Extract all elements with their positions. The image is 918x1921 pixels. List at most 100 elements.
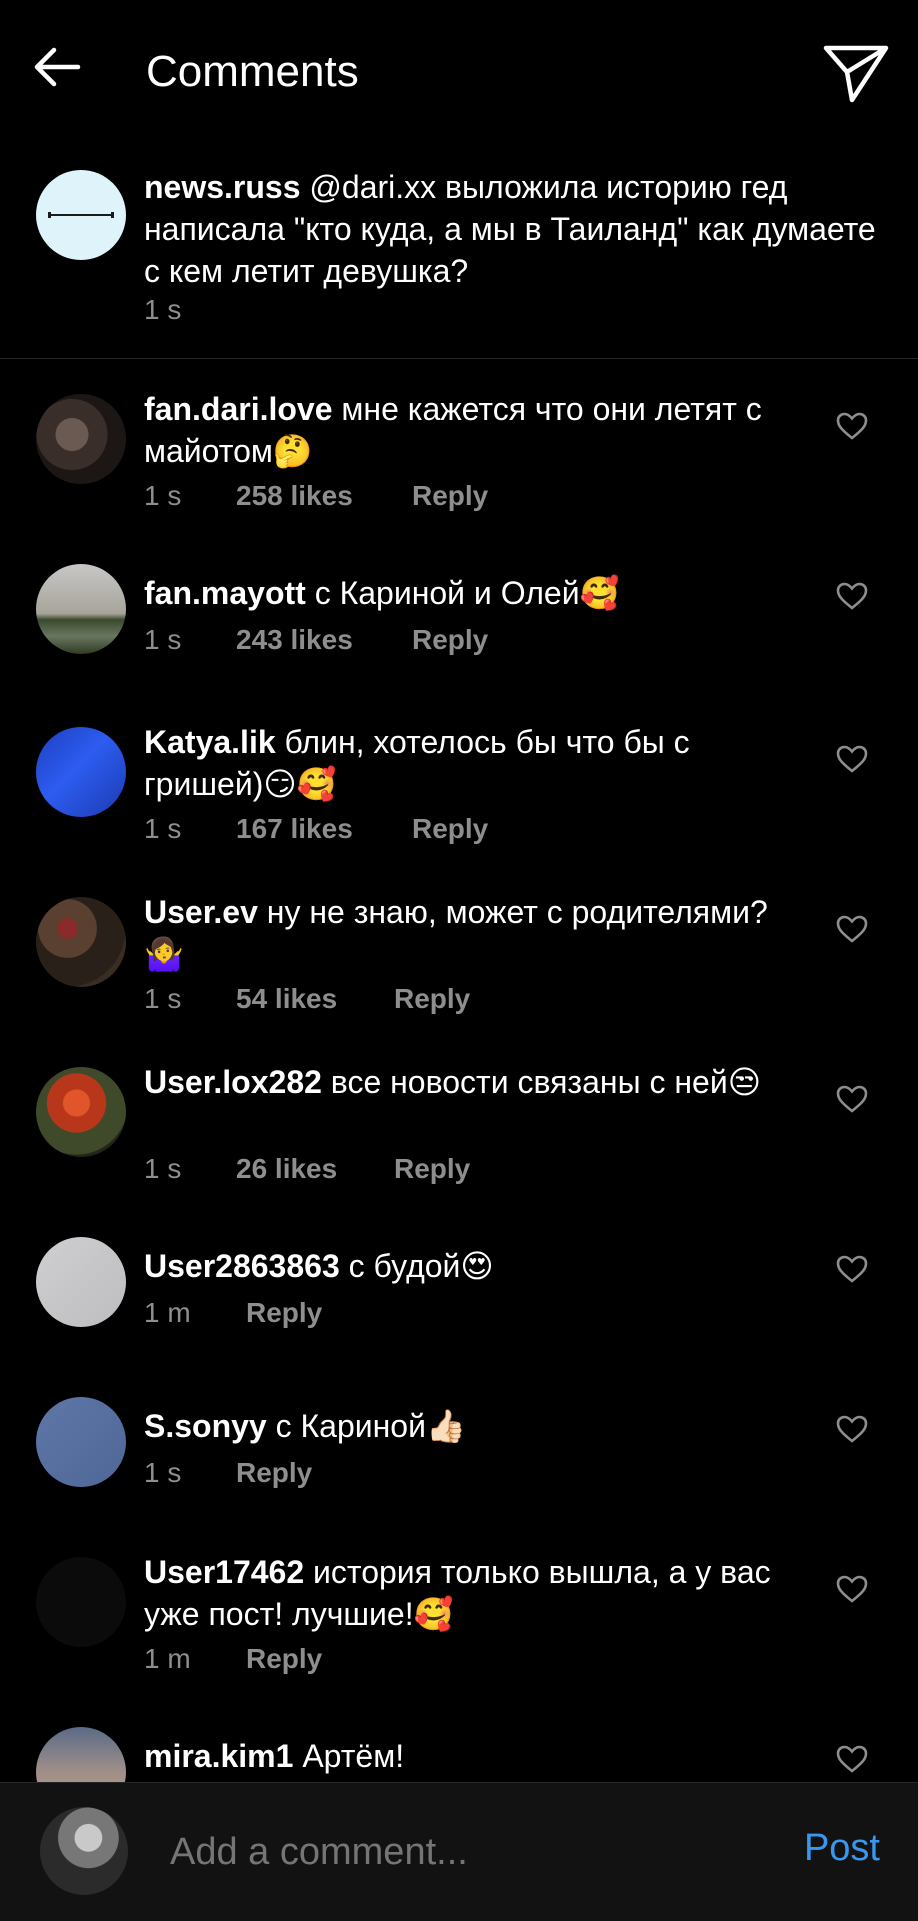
likes-count[interactable]: 26 likes: [236, 1153, 394, 1185]
comment-time: 1 s: [144, 983, 182, 1014]
post-caption: news.russ @dari.xx выложила историю гед …: [0, 160, 918, 359]
comment-meta: 1 s Reply: [144, 1457, 312, 1489]
comment-item: S.sonyy с Кариной👍🏻 1 s Reply: [0, 1397, 918, 1517]
commenter-avatar[interactable]: [36, 1067, 126, 1157]
heart-icon[interactable]: [836, 412, 868, 440]
likes-count[interactable]: 243 likes: [236, 624, 412, 656]
commenter-avatar[interactable]: [36, 897, 126, 987]
likes-count[interactable]: 258 likes: [236, 480, 412, 512]
comment-text: User2863863 с будой😍: [144, 1245, 804, 1287]
commenter-avatar[interactable]: [36, 564, 126, 654]
heart-icon[interactable]: [836, 1745, 868, 1773]
comment-username[interactable]: User2863863: [144, 1248, 340, 1284]
comment-meta: 1 s 258 likes Reply: [144, 480, 488, 512]
comment-item: User.ev ну не знаю, может с родителями? 🤷…: [0, 894, 918, 1047]
comment-text: mira.kim1 Артём!: [144, 1735, 804, 1777]
comment-item: mira.kim1 Артём!: [0, 1727, 918, 1782]
reply-button[interactable]: Reply: [246, 1643, 322, 1675]
comment-body: с будой: [348, 1248, 461, 1284]
comment-item: fan.dari.love мне кажется что они летят …: [0, 391, 918, 544]
reply-button[interactable]: Reply: [412, 480, 488, 512]
comment-time: 1 s: [144, 1153, 182, 1184]
comment-time: 1 s: [144, 624, 182, 655]
reply-button[interactable]: Reply: [236, 1457, 312, 1489]
comment-username[interactable]: User17462: [144, 1554, 304, 1590]
commenter-avatar[interactable]: [36, 1727, 126, 1782]
commenter-avatar[interactable]: [36, 1397, 126, 1487]
comment-item: Katya.lik блин, хотелось бы что бы с гри…: [0, 724, 918, 877]
current-user-avatar: [40, 1807, 128, 1895]
comment-time: 1 s: [144, 813, 182, 844]
heart-icon[interactable]: [836, 915, 868, 943]
comment-body: с Кариной и Олей: [314, 575, 580, 611]
top-bar: Comments: [0, 0, 918, 145]
commenter-avatar[interactable]: [36, 1237, 126, 1327]
comment-username[interactable]: fan.dari.love: [144, 391, 333, 427]
comment-text: User17462 история только вышла, а у вас …: [144, 1551, 804, 1635]
commenter-avatar[interactable]: [36, 1557, 126, 1647]
heart-icon[interactable]: [836, 582, 868, 610]
comment-item: User.lox282 все новости связаны с ней😒 1…: [0, 1064, 918, 1217]
comment-username[interactable]: User.lox282: [144, 1064, 322, 1100]
comment-text: S.sonyy с Кариной👍🏻: [144, 1405, 804, 1447]
reply-button[interactable]: Reply: [412, 813, 488, 845]
comment-time: 1 m: [144, 1297, 191, 1328]
add-comment-input[interactable]: [170, 1827, 730, 1877]
comment-username[interactable]: User.ev: [144, 894, 258, 930]
heart-icon[interactable]: [836, 1575, 868, 1603]
comment-time: 1 m: [144, 1643, 191, 1674]
comment-emoji: 🤔: [272, 433, 313, 469]
comment-meta: 1 s 167 likes Reply: [144, 813, 488, 845]
reply-button[interactable]: Reply: [394, 983, 470, 1015]
caption-time: 1 s: [144, 294, 182, 325]
comment-time: 1 s: [144, 480, 182, 511]
comment-text: Katya.lik блин, хотелось бы что бы с гри…: [144, 721, 804, 805]
heart-icon[interactable]: [836, 745, 868, 773]
comment-text: User.ev ну не знаю, может с родителями? 🤷…: [144, 891, 804, 975]
caption-text: news.russ @dari.xx выложила историю гед …: [144, 166, 884, 292]
comment-meta: 1 m Reply: [144, 1297, 322, 1329]
comment-item: fan.mayott с Кариной и Олей🥰 1 s 243 like…: [0, 564, 918, 684]
send-direct-icon[interactable]: [822, 42, 890, 104]
back-arrow-icon[interactable]: [30, 40, 84, 94]
comment-meta: 1 m Reply: [144, 1643, 322, 1675]
page-title: Comments: [146, 47, 359, 96]
comment-meta: 1 s 26 likes Reply: [144, 1153, 470, 1185]
comment-username[interactable]: mira.kim1: [144, 1738, 293, 1774]
comment-emoji: 👍🏻: [425, 1408, 466, 1444]
caption-author-avatar[interactable]: [36, 170, 126, 260]
comment-composer: Post: [0, 1782, 918, 1921]
comment-emoji: 😍: [460, 1248, 494, 1284]
comment-emoji: 🥰: [413, 1596, 454, 1632]
caption-username[interactable]: news.russ: [144, 169, 301, 205]
comment-text: fan.dari.love мне кажется что они летят …: [144, 388, 804, 472]
comment-emoji: 🤷‍♀️: [144, 936, 184, 972]
heart-icon[interactable]: [836, 1415, 868, 1443]
comment-meta: 1 s 54 likes Reply: [144, 983, 470, 1015]
comment-text: fan.mayott с Кариной и Олей🥰: [144, 572, 804, 614]
comment-text: User.lox282 все новости связаны с ней😒: [144, 1061, 804, 1103]
comment-item: User17462 история только вышла, а у вас …: [0, 1554, 918, 1707]
post-button[interactable]: Post: [804, 1827, 880, 1870]
heart-icon[interactable]: [836, 1085, 868, 1113]
commenter-avatar[interactable]: [36, 727, 126, 817]
likes-count[interactable]: 167 likes: [236, 813, 412, 845]
comment-emoji: 😏🥰: [263, 766, 337, 802]
heart-icon[interactable]: [836, 1255, 868, 1283]
comment-time: 1 s: [144, 1457, 182, 1488]
comment-meta: 1 s 243 likes Reply: [144, 624, 488, 656]
comment-username[interactable]: Katya.lik: [144, 724, 276, 760]
comment-body: с Кариной: [275, 1408, 426, 1444]
comment-body: все новости связаны с ней: [330, 1064, 728, 1100]
reply-button[interactable]: Reply: [394, 1153, 470, 1185]
reply-button[interactable]: Reply: [412, 624, 488, 656]
comment-emoji: 🥰: [579, 575, 620, 611]
comment-emoji: 😒: [727, 1064, 762, 1100]
comment-body: ну не знаю, может с родителями?: [266, 894, 768, 930]
commenter-avatar[interactable]: [36, 394, 126, 484]
comment-item: User2863863 с будой😍 1 m Reply: [0, 1237, 918, 1357]
likes-count[interactable]: 54 likes: [236, 983, 394, 1015]
comment-username[interactable]: S.sonyy: [144, 1408, 267, 1444]
comment-username[interactable]: fan.mayott: [144, 575, 306, 611]
reply-button[interactable]: Reply: [246, 1297, 322, 1329]
